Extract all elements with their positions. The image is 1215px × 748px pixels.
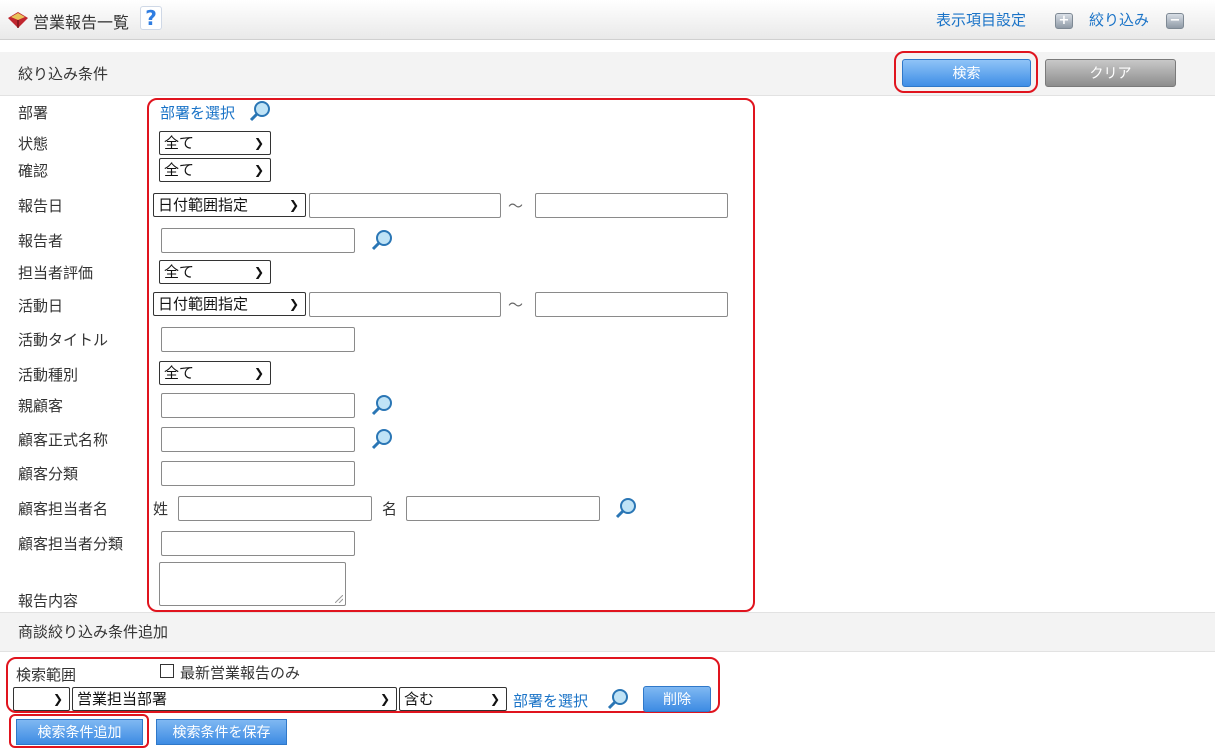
label-status: 状態 [18, 135, 49, 153]
chevron-down-icon: ❯ [288, 198, 299, 212]
label-report-content: 報告内容 [18, 592, 79, 610]
latest-only-label: 最新営業報告のみ [180, 664, 301, 682]
confirm-select-value: 全て [164, 161, 195, 179]
select-department-link[interactable]: 部署を選択 [160, 102, 235, 123]
activity-title-input[interactable] [161, 327, 355, 352]
condition-prefix-select[interactable]: ❯ [13, 687, 70, 711]
chevron-down-icon: ❯ [52, 692, 63, 706]
label-reporter: 報告者 [18, 232, 64, 250]
latest-only-checkbox[interactable] [160, 664, 174, 678]
condition-field-select[interactable]: 営業担当部署 ❯ [72, 687, 397, 711]
label-customer-category: 顧客分類 [18, 465, 79, 483]
chevron-down-icon: ❯ [253, 265, 264, 279]
label-department: 部署 [18, 104, 49, 122]
confirm-select[interactable]: 全て ❯ [159, 158, 271, 182]
label-report-date: 報告日 [18, 197, 64, 215]
activity-date-mode-value: 日付範囲指定 [158, 295, 249, 313]
label-activity-date: 活動日 [18, 297, 64, 315]
activity-date-mode-select[interactable]: 日付範囲指定 ❯ [153, 292, 306, 316]
resize-handle-icon[interactable] [335, 595, 343, 603]
contact-first-name-input[interactable] [406, 496, 600, 521]
title-bar [0, 0, 1215, 40]
activity-date-to-input[interactable] [535, 292, 728, 317]
parent-customer-input[interactable] [161, 393, 355, 418]
rating-select-value: 全て [164, 263, 195, 281]
activity-type-select[interactable]: 全て ❯ [159, 361, 271, 385]
delete-condition-button[interactable]: 削除 [643, 686, 711, 712]
reporter-search-icon[interactable] [371, 229, 393, 251]
chevron-down-icon: ❯ [253, 163, 264, 177]
parent-customer-search-icon[interactable] [371, 394, 393, 416]
display-settings-link[interactable]: 表示項目設定 [936, 9, 1026, 30]
contact-category-input[interactable] [161, 531, 355, 556]
search-button[interactable]: 検索 [902, 59, 1031, 87]
condition-field-value: 営業担当部署 [77, 690, 168, 708]
department-search-icon[interactable] [249, 100, 271, 122]
report-date-mode-select[interactable]: 日付範囲指定 ❯ [153, 193, 306, 217]
label-activity-title: 活動タイトル [18, 331, 109, 349]
rating-select[interactable]: 全て ❯ [159, 260, 271, 284]
chevron-down-icon: ❯ [379, 692, 390, 706]
minus-icon[interactable]: − [1166, 13, 1184, 29]
report-date-range-separator: ～ [508, 197, 524, 215]
report-content-textarea[interactable] [159, 562, 346, 606]
report-date-to-input[interactable] [535, 193, 728, 218]
status-select[interactable]: 全て ❯ [159, 131, 271, 155]
condition-operator-select[interactable]: 含む ❯ [399, 687, 507, 711]
chevron-down-icon: ❯ [253, 136, 264, 150]
customer-name-input[interactable] [161, 427, 355, 452]
plus-icon[interactable]: + [1055, 13, 1073, 29]
first-name-label: 名 [382, 500, 398, 518]
customer-category-input[interactable] [161, 461, 355, 486]
label-customer-name: 顧客正式名称 [18, 431, 109, 449]
label-confirm: 確認 [18, 162, 49, 180]
report-date-from-input[interactable] [309, 193, 501, 218]
label-activity-type: 活動種別 [18, 366, 79, 384]
status-select-value: 全て [164, 134, 195, 152]
customer-name-search-icon[interactable] [371, 428, 393, 450]
search-scope-label: 検索範囲 [16, 666, 77, 684]
deal-section-header [0, 612, 1215, 652]
add-condition-button[interactable]: 検索条件追加 [16, 719, 143, 745]
condition-operator-value: 含む [404, 690, 435, 708]
contact-search-icon[interactable] [615, 497, 637, 519]
deal-heading: 商談絞り込み条件追加 [18, 623, 169, 641]
activity-type-select-value: 全て [164, 364, 195, 382]
deal-department-search-icon[interactable] [607, 688, 629, 710]
contact-last-name-input[interactable] [178, 496, 372, 521]
page-title: 営業報告一覧 [33, 13, 130, 32]
help-icon[interactable]: ? [140, 6, 162, 30]
label-contact-name: 顧客担当者名 [18, 500, 109, 518]
activity-date-range-separator: ～ [508, 296, 524, 314]
save-condition-button[interactable]: 検索条件を保存 [156, 719, 287, 745]
label-contact-category: 顧客担当者分類 [18, 535, 124, 553]
narrow-link[interactable]: 絞り込み [1089, 9, 1149, 30]
clear-button[interactable]: クリア [1045, 59, 1176, 87]
activity-date-from-input[interactable] [309, 292, 501, 317]
report-date-mode-value: 日付範囲指定 [158, 196, 249, 214]
label-rating: 担当者評価 [18, 264, 94, 282]
last-name-label: 姓 [153, 500, 169, 518]
deal-select-department-link[interactable]: 部署を選択 [513, 690, 588, 711]
report-book-icon [8, 12, 28, 28]
filter-heading: 絞り込み条件 [18, 65, 109, 83]
reporter-input[interactable] [161, 228, 355, 253]
chevron-down-icon: ❯ [253, 366, 264, 380]
label-parent-customer: 親顧客 [18, 397, 64, 415]
chevron-down-icon: ❯ [489, 692, 500, 706]
chevron-down-icon: ❯ [288, 297, 299, 311]
